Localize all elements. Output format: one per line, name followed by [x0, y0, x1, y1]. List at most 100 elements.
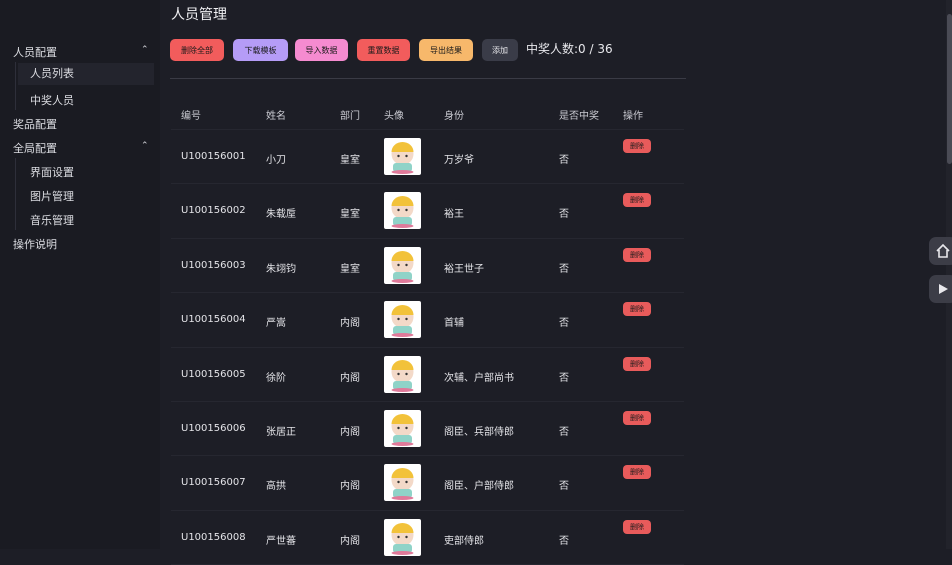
cell-id: U100156007	[181, 477, 246, 489]
table-row-divider	[171, 129, 684, 130]
import-data-button[interactable]: 导入数据	[295, 39, 348, 61]
sidebar-item-ui-settings[interactable]: 界面设置	[30, 164, 74, 180]
avatar-image	[391, 250, 414, 283]
delete-row-button[interactable]: 删除	[623, 302, 651, 317]
home-icon	[936, 243, 950, 258]
cell-identity: 次辅、户部尚书	[444, 372, 514, 384]
avatar-image	[391, 522, 414, 555]
avatar-image	[391, 359, 414, 392]
sidebar-item-label: 中奖人员	[30, 94, 74, 107]
sidebar-item-person-list[interactable]: 人员列表	[18, 63, 154, 85]
table-row-divider	[171, 292, 684, 294]
avatar-image	[391, 142, 414, 174]
column-header-name: 姓名	[266, 111, 286, 122]
avatar-image	[391, 305, 414, 338]
sidebar-item-winners[interactable]: 中奖人员	[30, 92, 74, 108]
cell-won: 否	[559, 318, 569, 330]
cell-dept: 内阁	[340, 481, 360, 493]
delete-row-button[interactable]: 删除	[623, 411, 651, 425]
sidebar-item-label: 人员配置	[13, 46, 57, 59]
sidebar-item-label: 人员列表	[30, 67, 74, 80]
sidebar-item-label: 界面设置	[30, 166, 74, 179]
play-button[interactable]	[929, 275, 952, 303]
cell-identity: 吏部侍郎	[444, 535, 484, 547]
cell-won: 否	[559, 209, 569, 221]
sidebar-item-label: 音乐管理	[30, 214, 74, 227]
sidebar-item-label: 操作说明	[13, 238, 57, 251]
home-button[interactable]	[929, 237, 952, 265]
sidebar-item-label: 图片管理	[30, 190, 74, 203]
cell-won: 否	[559, 372, 569, 384]
avatar	[384, 192, 421, 230]
cell-won: 否	[559, 481, 569, 493]
cell-id: U100156003	[181, 259, 246, 271]
delete-row-button[interactable]: 删除	[623, 247, 651, 262]
cell-won: 否	[559, 535, 569, 547]
divider	[170, 78, 686, 79]
avatar-image	[391, 414, 414, 446]
cell-id: U100156008	[181, 531, 246, 543]
export-results-button[interactable]: 导出结果	[419, 39, 473, 61]
cell-name: 严嵩	[266, 318, 286, 330]
delete-row-button[interactable]: 删除	[623, 519, 651, 534]
column-header-action: 操作	[623, 111, 643, 122]
winner-count: 中奖人数:0 / 36	[526, 42, 613, 56]
cell-won: 否	[559, 263, 569, 275]
cell-name: 朱载垕	[266, 209, 296, 221]
sidebar-item-music-management[interactable]: 音乐管理	[30, 212, 74, 228]
cell-dept: 皇室	[340, 209, 360, 221]
sidebar-item-person-config[interactable]: 人员配置	[13, 44, 57, 60]
sidebar-item-image-management[interactable]: 图片管理	[30, 188, 74, 204]
sidebar-item-prize-config[interactable]: 奖品配置	[13, 116, 57, 132]
sidebar-item-label: 奖品配置	[13, 118, 57, 131]
table-row-divider	[171, 401, 684, 402]
avatar-image	[391, 196, 414, 229]
cell-dept: 皇室	[340, 263, 360, 275]
table-row-divider	[171, 509, 684, 511]
page-title: 人员管理	[171, 7, 227, 23]
column-header-avatar: 头像	[384, 111, 404, 122]
avatar	[384, 355, 421, 393]
avatar	[384, 410, 421, 447]
sidebar: 人员配置 ⌃ 人员列表 中奖人员 奖品配置 全局配置 ⌃ 界面设置 图片管理 音…	[0, 0, 160, 549]
cell-name: 徐阶	[266, 372, 286, 384]
cell-id: U100156004	[181, 314, 246, 326]
cell-id: U100156006	[181, 423, 246, 434]
delete-row-button[interactable]: 删除	[623, 139, 651, 153]
cell-identity: 裕王世子	[444, 263, 484, 275]
column-header-identity: 身份	[444, 111, 464, 122]
avatar-image	[391, 468, 414, 501]
avatar	[384, 464, 421, 502]
sidebar-tree-line	[15, 62, 16, 110]
cell-id: U100156002	[181, 205, 246, 217]
table-row-divider	[171, 455, 684, 457]
sidebar-item-instructions[interactable]: 操作说明	[13, 236, 57, 252]
cell-identity: 万岁爷	[444, 155, 474, 166]
chevron-up-icon[interactable]: ⌃	[141, 45, 149, 55]
cell-name: 小刀	[266, 155, 286, 166]
cell-identity: 首辅	[444, 318, 464, 330]
cell-dept: 内阁	[340, 372, 360, 384]
cell-name: 严世蕃	[266, 535, 296, 547]
sidebar-item-global-config[interactable]: 全局配置	[13, 140, 57, 156]
cell-identity: 阁臣、户部侍郎	[444, 481, 514, 493]
scrollbar-thumb[interactable]	[947, 14, 952, 164]
delete-row-button[interactable]: 删除	[623, 356, 651, 371]
cell-dept: 内阁	[340, 427, 360, 438]
delete-row-button[interactable]: 删除	[623, 193, 651, 208]
cell-name: 高拱	[266, 481, 286, 493]
avatar	[384, 518, 421, 556]
download-template-button[interactable]: 下载模板	[233, 39, 288, 61]
delete-all-button[interactable]: 删除全部	[170, 39, 224, 61]
delete-row-button[interactable]: 删除	[623, 465, 651, 480]
reset-data-button[interactable]: 重置数据	[357, 39, 410, 61]
cell-name: 朱翊钧	[266, 263, 296, 275]
cell-dept: 皇室	[340, 155, 360, 166]
cell-dept: 内阁	[340, 535, 360, 547]
avatar	[384, 301, 421, 339]
add-button[interactable]: 添加	[482, 39, 518, 61]
avatar	[384, 138, 421, 175]
table-row-divider	[171, 346, 684, 348]
cell-name: 张居正	[266, 427, 296, 438]
chevron-up-icon[interactable]: ⌃	[141, 141, 149, 151]
